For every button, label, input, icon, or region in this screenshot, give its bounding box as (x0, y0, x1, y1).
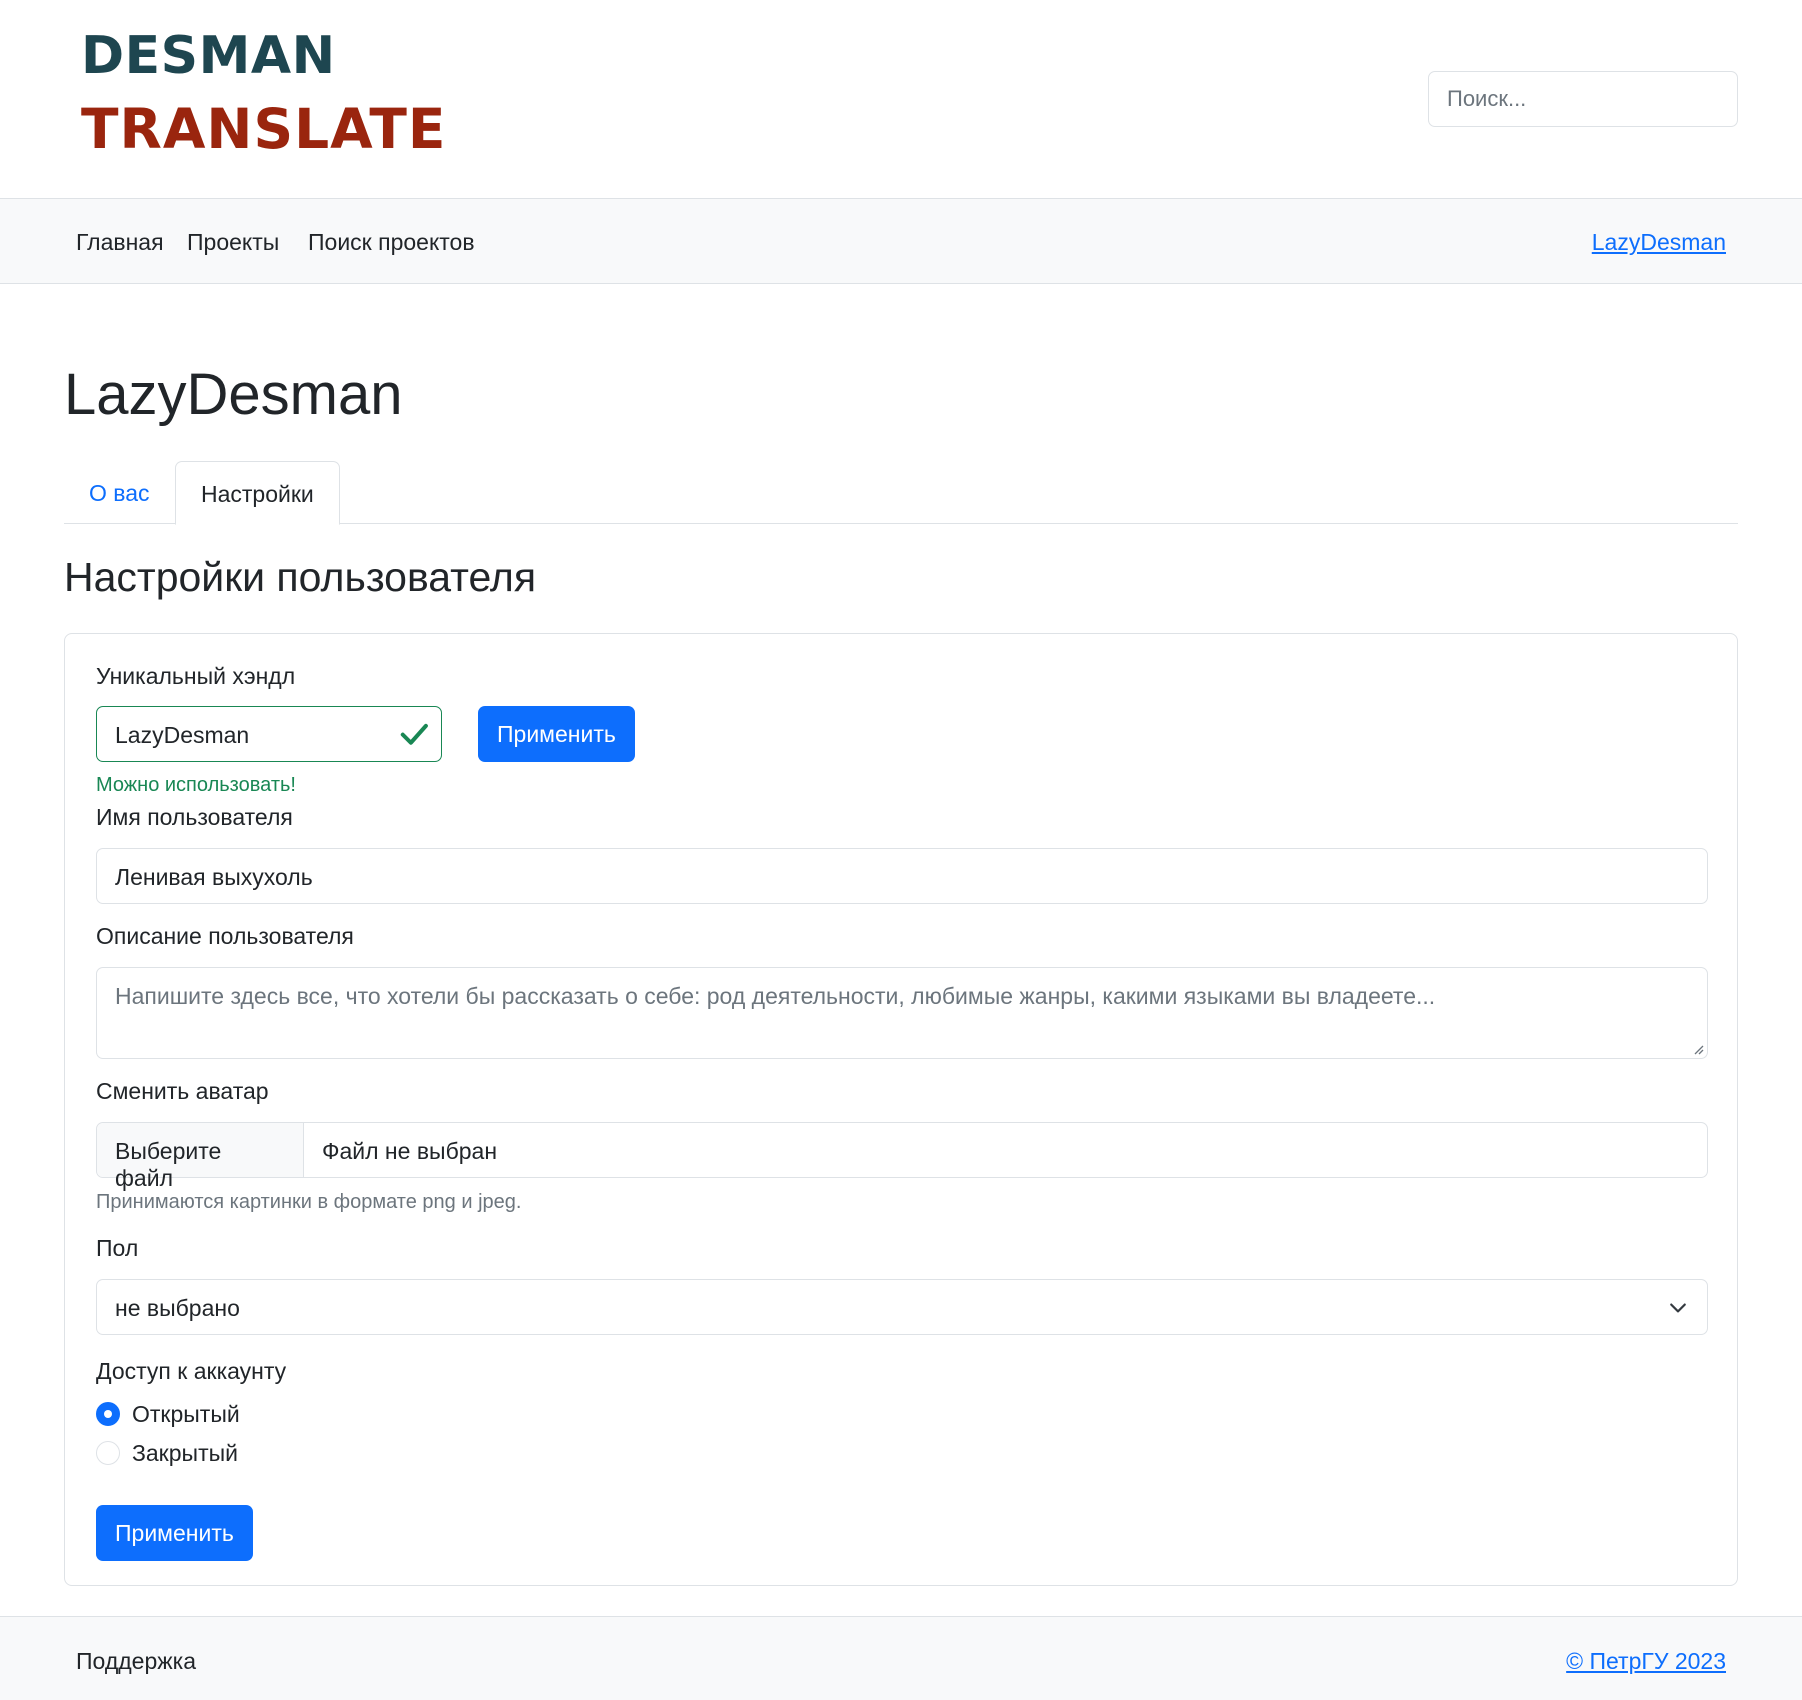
nav-link-project-search[interactable]: Поиск проектов (308, 229, 475, 256)
nav-link-projects[interactable]: Проекты (187, 229, 279, 256)
radio-closed-label[interactable]: Закрытый (132, 1440, 238, 1467)
profile-tabs: О вас Настройки (64, 461, 1738, 525)
page-title: LazyDesman (64, 362, 403, 427)
site-footer: Поддержка © ПетрГУ 2023 (0, 1616, 1802, 1700)
gender-selected: не выбрано (115, 1295, 240, 1321)
choose-file-button[interactable]: Выберите файл (97, 1123, 304, 1191)
gender-select[interactable]: не выбрано (96, 1279, 1708, 1335)
footer-copyright-link[interactable]: © ПетрГУ 2023 (1566, 1648, 1726, 1675)
radio-closed[interactable] (96, 1441, 120, 1465)
handle-label: Уникальный хэндл (96, 663, 296, 689)
search-input[interactable] (1428, 71, 1738, 127)
access-label: Доступ к аккаунту (96, 1358, 287, 1384)
logo-line-desman: DESMAN (81, 26, 336, 86)
handle-valid-message: Можно использовать! (96, 774, 296, 796)
footer-support-link[interactable]: Поддержка (76, 1648, 196, 1675)
avatar-label: Сменить аватар (96, 1078, 269, 1104)
tab-about[interactable]: О вас (64, 461, 175, 524)
avatar-file-input[interactable]: Выберите файл Файл не выбран (96, 1122, 1708, 1191)
submit-settings-button[interactable]: Применить (96, 1505, 253, 1561)
main-navbar: Главная Проекты Поиск проектов LazyDesma… (0, 198, 1802, 284)
handle-input[interactable]: LazyDesman (96, 706, 442, 762)
handle-value: LazyDesman (115, 722, 250, 748)
username-value: Ленивая выхухоль (115, 864, 313, 890)
nav-link-home[interactable]: Главная (76, 229, 164, 256)
section-title: Настройки пользователя (64, 554, 537, 600)
radio-open-label[interactable]: Открытый (132, 1401, 240, 1428)
username-field[interactable]: Ленивая выхухоль (96, 848, 1708, 904)
description-placeholder: Напишите здесь все, что хотели бы расска… (115, 983, 1436, 1009)
radio-open[interactable] (96, 1402, 120, 1426)
chevron-down-icon (1670, 1303, 1686, 1313)
check-icon (400, 723, 428, 745)
nav-user-link[interactable]: LazyDesman (1592, 229, 1726, 256)
site-logo[interactable]: DESMAN TRANSLATE (81, 30, 447, 157)
resize-handle-icon[interactable] (1692, 1043, 1704, 1055)
site-header: DESMAN TRANSLATE (0, 0, 1802, 198)
file-status: Файл не выбран (322, 1138, 498, 1164)
description-label: Описание пользователя (96, 923, 354, 949)
tab-settings[interactable]: Настройки (175, 461, 340, 525)
apply-handle-button[interactable]: Применить (478, 706, 635, 762)
settings-card: Уникальный хэндл LazyDesman Применить Мо… (64, 633, 1738, 1586)
gender-label: Пол (96, 1235, 139, 1261)
avatar-hint: Принимаются картинки в формате png и jpe… (96, 1191, 522, 1213)
logo-line-translate: TRANSLATE (81, 97, 447, 161)
description-textarea[interactable]: Напишите здесь все, что хотели бы расска… (96, 967, 1708, 1059)
username-label: Имя пользователя (96, 804, 293, 830)
